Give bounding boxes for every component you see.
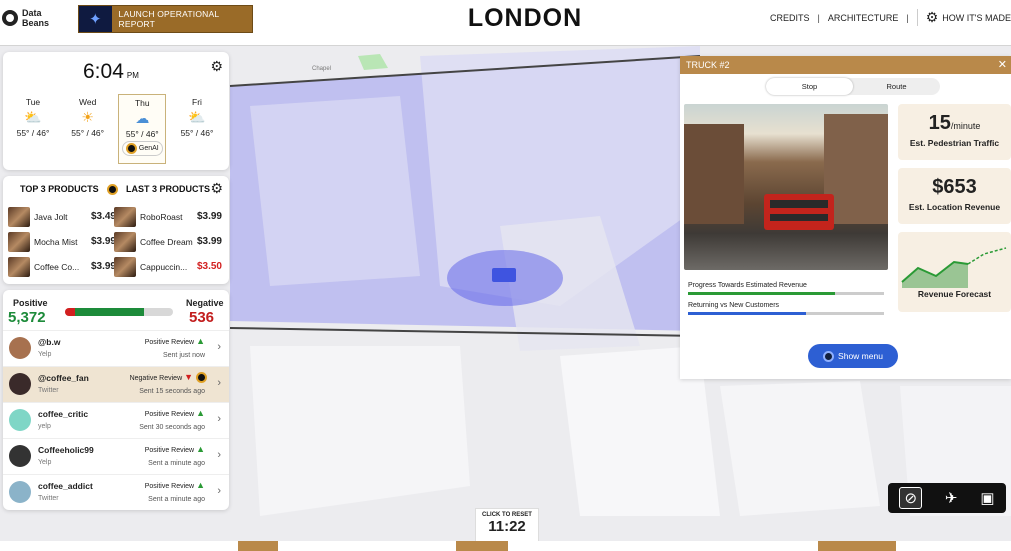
avatar (9, 409, 31, 431)
products-settings-icon[interactable]: ⚙ (210, 180, 223, 197)
genai-icon[interactable] (107, 184, 118, 195)
launch-report-button[interactable]: ✦ LAUNCH OPERATIONAL REPORT (78, 5, 253, 33)
review-row[interactable]: @b.w Yelp Positive Review ▲ Sent just now… (3, 330, 229, 366)
top-bar: Data Beans ✦ LAUNCH OPERATIONAL REPORT LO… (0, 0, 1011, 46)
forecast-day[interactable]: Fri ⛅ 55° / 46° (173, 94, 221, 164)
forecast-day[interactable]: Tue ⛅ 55° / 46° (9, 94, 57, 164)
truck-marker-icon (492, 268, 516, 282)
last-products-list: RoboRoast $3.99 Coffee Dream $3.99 Cappucc… (114, 204, 222, 279)
thumbs-up-icon: ▲ (196, 408, 205, 418)
positive-label: Positive (13, 298, 48, 308)
thumbs-down-icon: ▼ (184, 372, 193, 382)
top-products-title: TOP 3 PRODUCTS (20, 184, 99, 194)
thumbs-up-icon: ▲ (196, 480, 205, 490)
product-row[interactable]: Mocha Mist $3.99 (8, 229, 116, 254)
data-beans-logo[interactable]: Data Beans (2, 8, 49, 28)
partly-sunny-icon: ⛅ (188, 109, 206, 125)
chevron-right-icon: › (217, 449, 221, 461)
top-products-list: Java Jolt $3.49 Mocha Mist $3.99 Coffee Co… (8, 204, 116, 279)
product-row[interactable]: Cappuccin... $3.50 (114, 254, 222, 279)
avatar (9, 445, 31, 467)
city-title: LONDON (467, 4, 583, 32)
nav-architecture[interactable]: ARCHITECTURE (828, 13, 899, 23)
product-row[interactable]: Java Jolt $3.49 (8, 204, 116, 229)
logo-icon (2, 10, 18, 26)
truck-panel-header: TRUCK #2 ✕ (680, 56, 1011, 74)
reset-clock-button[interactable]: CLICK TO RESET 11:22 (475, 508, 539, 544)
thumbs-up-icon: ▲ (196, 336, 205, 346)
forecast-day[interactable]: Wed ☀ 55° / 46° (64, 94, 112, 164)
customer-progress: Returning vs New Customers (688, 302, 884, 315)
location-revenue-stat: $653 Est. Location Revenue (898, 168, 1011, 224)
genai-icon (196, 372, 207, 383)
cloud-icon: ☁ (135, 110, 150, 126)
product-thumbnail (8, 206, 30, 227)
close-icon[interactable]: ✕ (998, 58, 1007, 71)
map-label-chapel: Chapel (312, 66, 332, 72)
thumbs-up-icon: ▲ (196, 444, 205, 454)
sparkle-icon: ✦ (79, 6, 112, 32)
product-row[interactable]: Coffee Dream $3.99 (114, 229, 222, 254)
chevron-right-icon: › (217, 413, 221, 425)
product-thumbnail (114, 256, 136, 277)
tab-route[interactable]: Route (853, 78, 940, 95)
genai-badge[interactable]: GenAI (121, 141, 163, 156)
chevron-right-icon: › (217, 485, 221, 497)
3d-buildings-icon[interactable]: ▣ (980, 489, 994, 507)
avatar (9, 373, 31, 395)
sentiment-bar (65, 308, 173, 316)
how-its-made-button[interactable]: ⚙ HOW IT'S MADE (916, 9, 1011, 26)
partly-sunny-icon: ⛅ (24, 109, 42, 125)
reviews-card: Positive 5,372 Negative 536 @b.w Yelp Pos… (3, 290, 229, 510)
forecast-day-selected[interactable]: Thu ☁ 55° / 46° GenAI (118, 94, 167, 164)
satellite-icon[interactable]: ✈ (945, 489, 958, 507)
map-view-icon[interactable]: ⊘ (899, 487, 923, 509)
product-thumbnail (114, 231, 136, 252)
product-row[interactable]: Coffee Co... $3.99 (8, 254, 116, 279)
review-row[interactable]: coffee_addict Twitter Positive Review ▲ S… (3, 474, 229, 510)
clock: 6:04 PM (83, 60, 139, 83)
review-row[interactable]: @coffee_fan Twitter Negative Review ▼ Sen… (3, 366, 229, 402)
product-thumbnail (114, 206, 136, 227)
revenue-progress: Progress Towards Estimated Revenue (688, 282, 884, 295)
negative-label: Negative (186, 298, 224, 308)
gear-icon: ⚙ (925, 9, 939, 25)
revenue-forecast-card[interactable]: Revenue Forecast (898, 232, 1011, 312)
review-row[interactable]: Coffeeholic99 Yelp Positive Review ▲ Sent… (3, 438, 229, 474)
forecast-sparkline (901, 247, 1007, 288)
truck-panel: TRUCK #2 ✕ Stop Route 15/minute Est. Pede… (680, 56, 1011, 379)
avatar (9, 337, 31, 359)
chevron-right-icon: › (217, 377, 221, 389)
negative-count: 536 (189, 309, 215, 326)
stop-route-toggle: Stop Route (766, 78, 940, 95)
product-thumbnail (8, 231, 30, 252)
last-products-title: LAST 3 PRODUCTS (126, 184, 211, 194)
positive-count: 5,372 (8, 309, 46, 326)
review-row[interactable]: coffee_critic yelp Positive Review ▲ Sent… (3, 402, 229, 438)
chevron-right-icon: › (217, 341, 221, 353)
weather-card: 6:04 PM ⚙ Tue ⛅ 55° / 46° Wed ☀ 55° / 46° Thu… (3, 52, 229, 170)
product-row[interactable]: RoboRoast $3.99 (114, 204, 222, 229)
tab-stop[interactable]: Stop (766, 78, 853, 95)
show-menu-button[interactable]: Show menu (808, 344, 898, 368)
pedestrian-traffic-stat: 15/minute Est. Pedestrian Traffic (898, 104, 1011, 160)
avatar (9, 481, 31, 503)
street-photo (684, 104, 888, 270)
launch-report-label: LAUNCH OPERATIONAL REPORT (118, 9, 219, 29)
top-nav: CREDITS | ARCHITECTURE | ⚙ HOW IT'S MADE (770, 9, 1011, 26)
product-thumbnail (8, 256, 30, 277)
bottom-strip (0, 541, 1011, 551)
sparkle-icon (823, 350, 835, 362)
weather-settings-icon[interactable]: ⚙ (210, 58, 223, 75)
nav-credits[interactable]: CREDITS (770, 13, 810, 23)
map-view-controls: ⊘ ✈ ▣ (888, 483, 1006, 513)
sun-icon: ☀ (81, 109, 94, 125)
products-card: TOP 3 PRODUCTS LAST 3 PRODUCTS ⚙ Java Jo… (3, 176, 229, 284)
